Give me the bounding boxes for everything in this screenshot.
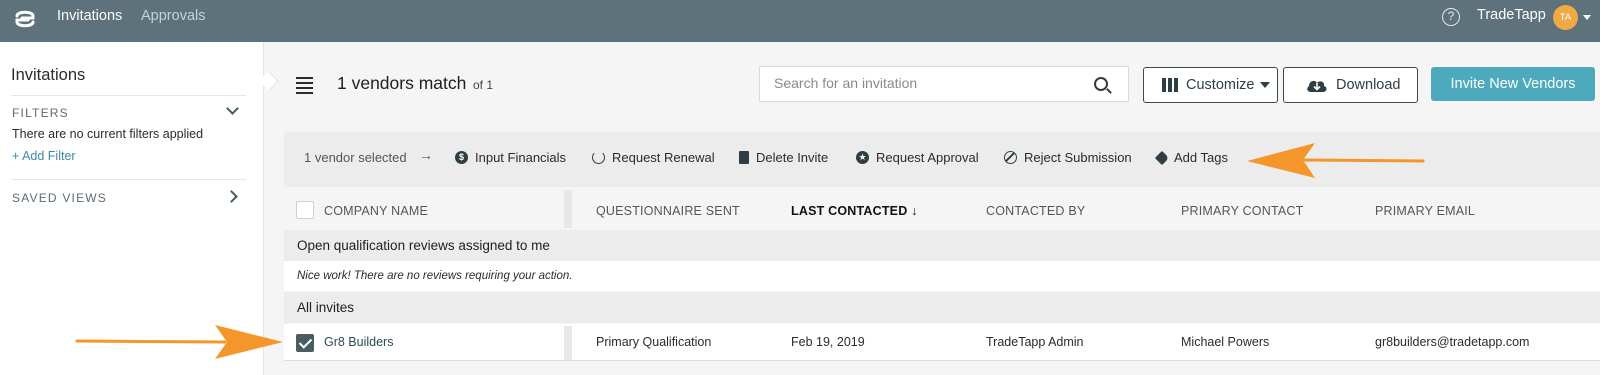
section-label: Open qualification reviews assigned to m…	[297, 238, 550, 253]
column-header-last-contacted[interactable]: LAST CONTACTED ↓	[791, 204, 918, 218]
search-icon[interactable]	[1094, 77, 1108, 91]
renew-icon	[592, 151, 605, 164]
no-filters-text: There are no current filters applied	[12, 127, 204, 141]
add-tags-button[interactable]: Add Tags	[1154, 150, 1228, 165]
add-filter-link[interactable]: + Add Filter	[12, 149, 76, 163]
request-renewal-button[interactable]: Request Renewal	[592, 150, 715, 165]
user-menu-caret-icon[interactable]	[1583, 15, 1591, 20]
user-company-name[interactable]: TradeTapp	[1477, 7, 1546, 23]
empty-reviews-row: Nice work! There are no reviews requirin…	[284, 261, 1600, 291]
frozen-column-divider	[564, 190, 572, 228]
vendors-match-count: 1 vendors match	[337, 73, 467, 93]
trash-icon	[739, 151, 749, 164]
frozen-column-divider	[564, 326, 572, 360]
cloud-download-icon	[1307, 80, 1327, 92]
action-label: Delete Invite	[756, 150, 829, 165]
action-label: Input Financials	[475, 150, 567, 165]
sidebar-divider	[11, 95, 246, 96]
sidebar-title: Invitations	[11, 66, 86, 84]
column-header-contacted-by[interactable]: CONTACTED BY	[986, 204, 1085, 218]
arrow-right-icon: →	[419, 147, 433, 163]
column-header-company-name[interactable]: COMPANY NAME	[324, 204, 428, 218]
table-row[interactable]: Gr8 Builders Primary Qualification Feb 1…	[284, 324, 1600, 361]
action-label: Request Approval	[876, 150, 979, 165]
last-contacted-cell: Feb 19, 2019	[791, 335, 865, 349]
tag-icon	[1154, 150, 1170, 165]
chevron-right-icon[interactable]	[225, 190, 238, 203]
download-label: Download	[1336, 77, 1401, 93]
caret-down-icon	[1260, 82, 1270, 88]
row-checkbox[interactable]	[296, 334, 314, 352]
columns-icon	[1162, 78, 1178, 92]
select-all-checkbox[interactable]	[296, 201, 314, 219]
table-header: COMPANY NAME QUESTIONNAIRE SENT LAST CON…	[284, 187, 1600, 231]
section-header-all-invites: All invites	[284, 292, 1600, 323]
hamburger-menu-icon[interactable]	[296, 77, 313, 97]
reject-submission-button[interactable]: Reject Submission	[1004, 150, 1132, 165]
invite-new-vendors-button[interactable]: Invite New Vendors	[1431, 67, 1595, 101]
questionnaire-sent-cell: Primary Qualification	[596, 335, 712, 349]
primary-contact-cell: Michael Powers	[1181, 335, 1270, 349]
saved-views-heading[interactable]: SAVED VIEWS	[12, 191, 107, 205]
filters-heading[interactable]: FILTERS	[12, 106, 69, 120]
primary-email-cell: gr8builders@tradetapp.com	[1375, 335, 1530, 349]
selected-count: 1 vendor selected	[304, 150, 407, 165]
top-nav: Invitations Approvals ? TradeTapp TA	[0, 0, 1600, 42]
delete-invite-button[interactable]: Delete Invite	[739, 150, 828, 165]
search-input[interactable]	[774, 75, 1074, 91]
action-label: Reject Submission	[1024, 150, 1132, 165]
dollar-icon: $	[455, 151, 468, 164]
column-header-primary-contact[interactable]: PRIMARY CONTACT	[1181, 204, 1303, 218]
annotation-arrow-icon	[1247, 143, 1425, 178]
customize-button[interactable]: Customize	[1143, 67, 1278, 103]
nav-tab-invitations[interactable]: Invitations	[57, 8, 122, 24]
app-logo-icon[interactable]	[14, 8, 36, 30]
ban-icon	[1004, 151, 1017, 164]
input-financials-button[interactable]: $ Input Financials	[455, 150, 566, 165]
company-name-link[interactable]: Gr8 Builders	[324, 335, 393, 349]
empty-reviews-text: Nice work! There are no reviews requirin…	[297, 270, 573, 282]
section-header-reviews: Open qualification reviews assigned to m…	[284, 230, 1600, 261]
request-approval-button[interactable]: ★ Request Approval	[856, 150, 979, 165]
avatar[interactable]: TA	[1553, 5, 1578, 30]
customize-label: Customize	[1186, 77, 1255, 93]
contacted-by-cell: TradeTapp Admin	[986, 335, 1084, 349]
sidebar-divider	[11, 179, 246, 180]
column-header-primary-email[interactable]: PRIMARY EMAIL	[1375, 204, 1475, 218]
download-button[interactable]: Download	[1283, 67, 1418, 103]
question-circle-icon[interactable]: ?	[1442, 8, 1460, 26]
chevron-down-icon[interactable]	[226, 102, 239, 115]
search-box	[759, 66, 1129, 102]
action-label: Request Renewal	[612, 150, 715, 165]
nav-tab-approvals[interactable]: Approvals	[141, 8, 205, 24]
action-label: Add Tags	[1174, 150, 1228, 165]
match-total: of 1	[473, 78, 494, 92]
column-header-questionnaire-sent[interactable]: QUESTIONNAIRE SENT	[596, 204, 740, 218]
section-label: All invites	[297, 300, 355, 315]
star-icon: ★	[856, 151, 869, 164]
annotation-arrow-icon	[75, 325, 283, 359]
